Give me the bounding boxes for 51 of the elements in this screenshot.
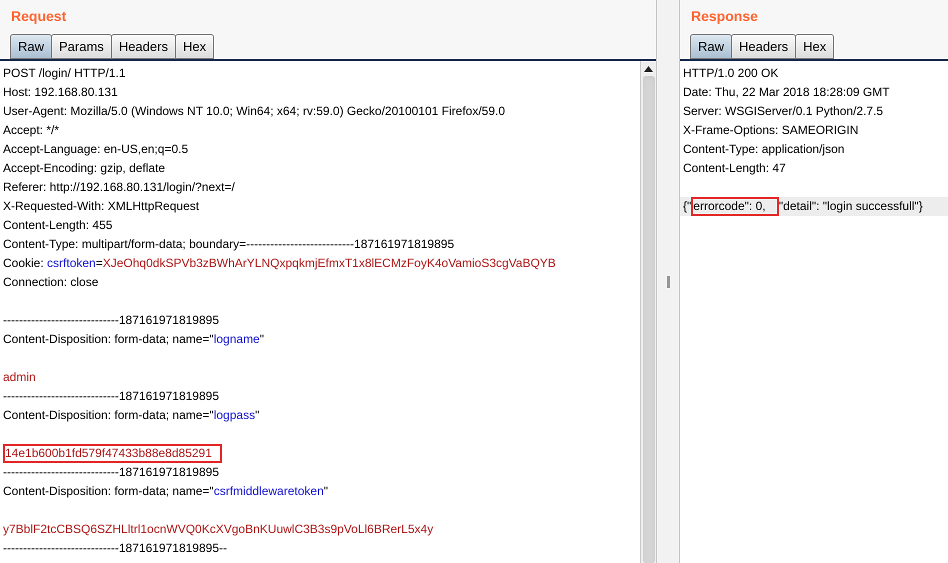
tab[interactable]: Hex (174, 34, 214, 59)
message-text: Content-Disposition: form-data; name=" (3, 331, 214, 348)
message-text: errorcode": 0, (691, 197, 779, 216)
message-text: Date: Thu, 22 Mar 2018 18:28:09 GMT (683, 84, 890, 101)
message-text: Content-Disposition: form-data; name=" (3, 407, 214, 424)
message-text: Accept-Language: en-US,en;q=0.5 (3, 141, 188, 158)
message-text: -----------------------------187161971819895 (3, 464, 219, 481)
message-text: X-Requested-With: XMLHttpRequest (3, 198, 200, 215)
message-text: Cookie: (3, 255, 45, 272)
parameter-value: admin (3, 369, 36, 386)
message-text: -----------------------------187161971819895 (3, 388, 219, 405)
pane-title: Request (10, 7, 68, 26)
parameter-name: logname (214, 331, 260, 348)
tab[interactable]: Params (51, 34, 112, 59)
tab[interactable]: Raw (690, 34, 732, 59)
parameter-name: csrfmiddlewaretoken (214, 483, 324, 500)
message-text: Connection: close (3, 274, 98, 291)
parameter-value: XJeOhq0dkSPVb3zBWhArYLNQxpqkmjEfmxT1x8lECMzFoyK4oVamioS3cgVaBQYB (102, 255, 556, 272)
message-text: POST /login/ HTTP/1.1 (3, 65, 126, 82)
message-text: Content-Length: 455 (3, 217, 112, 234)
message-text: -----------------------------187161971819895 (3, 312, 219, 329)
message-text: "detail": "login successfull"} (778, 198, 923, 215)
message-text: Accept: */* (3, 122, 60, 139)
scroll-up-icon[interactable] (644, 66, 653, 72)
message-text: = (96, 255, 103, 272)
message-text: Content-Length: 47 (683, 160, 786, 177)
parameter-name: csrftoken (47, 255, 96, 272)
message-text: " (324, 483, 328, 500)
message-text: Content-Type: application/json (683, 141, 844, 158)
message-text: Content-Disposition: form-data; name=" (3, 483, 214, 500)
message-text: Accept-Encoding: gzip, deflate (3, 160, 166, 177)
message-text: Server: WSGIServer/0.1 Python/2.7.5 (683, 103, 884, 120)
pane-title: Response (690, 7, 759, 26)
tab[interactable]: Headers (110, 34, 176, 59)
message-text: User-Agent: Mozilla/5.0 (Windows NT 10.0; Win64; x64; rv:59.0) Gecko/20100101 Firefox/59.0 (3, 103, 506, 120)
message-text: Content-Type: multipart/form-data; boundary=---------------------------187161971819895 (3, 236, 454, 253)
parameter-value: y7BblF2tcCBSQ6SZHLltrl1ocnWVQ0KcXVgoBnKUuwlC3B3s9pVoLl6BRerL5x4y (3, 521, 434, 538)
message-text: " (260, 331, 264, 348)
message-text: X-Frame-Options: SAMEORIGIN (683, 122, 858, 139)
message-text: {" (683, 198, 692, 215)
scrollbar[interactable] (640, 61, 656, 563)
message-text: HTTP/1.0 200 OK (683, 65, 778, 82)
message-text: Referer: http://192.168.80.131/login/?next=/ (3, 179, 235, 196)
message-text: -----------------------------187161971819895-- (3, 540, 227, 557)
tab[interactable]: Hex (795, 34, 834, 59)
tab[interactable]: Raw (10, 34, 52, 59)
parameter-name: logpass (214, 407, 256, 424)
message-text: " (255, 407, 260, 424)
tab[interactable]: Headers (731, 34, 796, 59)
parameter-value: 14e1b600b1fd579f47433b88e8d85291 (3, 444, 222, 463)
message-text: Host: 192.168.80.131 (3, 84, 118, 101)
